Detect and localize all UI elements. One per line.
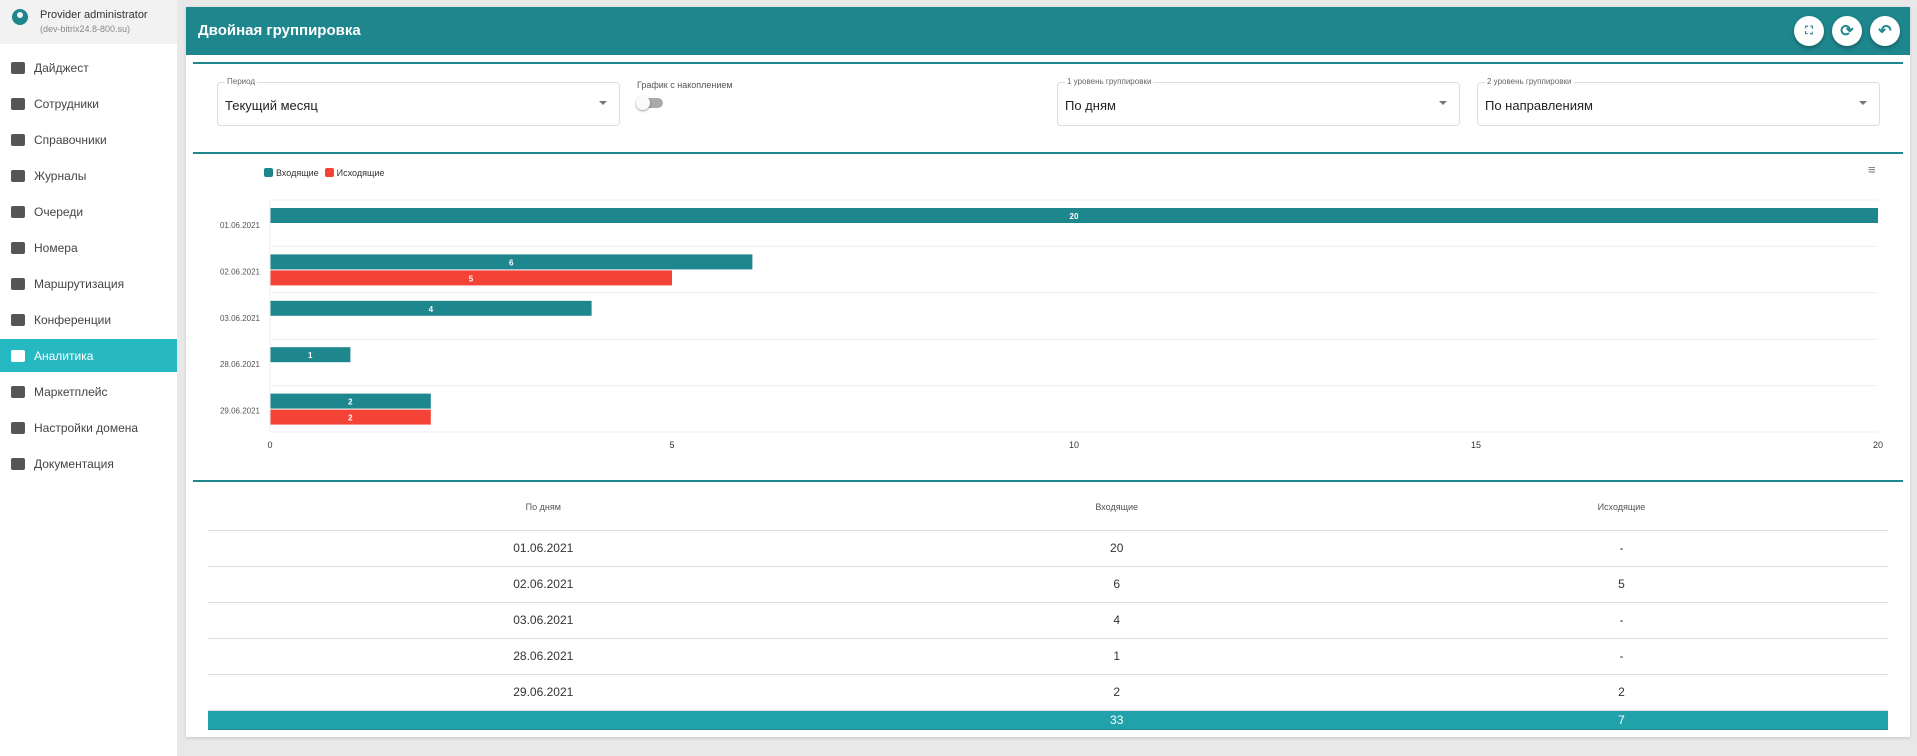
data-label: 4	[429, 305, 434, 314]
data-label: 1	[308, 351, 313, 360]
data-label: 20	[1070, 212, 1079, 221]
sidebar-item[interactable]: Настройки домена	[0, 411, 177, 444]
user-profile[interactable]: Provider administrator (dev-bitrix24.8-8…	[0, 0, 177, 44]
sidebar-item[interactable]: Конференции	[0, 303, 177, 336]
total-cell: 33	[878, 710, 1355, 730]
sidebar-item-label: Маркетплейс	[34, 384, 108, 399]
x-tick-label: 15	[1471, 440, 1481, 450]
category-label: 02.06.2021	[220, 267, 261, 276]
sidebar-item[interactable]: Справочники	[0, 123, 177, 156]
sidebar-item-label: Справочники	[34, 132, 107, 147]
table-cell: 5	[1354, 566, 1888, 603]
table-cell: -	[1354, 638, 1888, 675]
sidebar-item-label: Аналитика	[34, 348, 94, 363]
main-panel: Двойная группировка ⛶ ⟳ ↶ Период Текущий…	[186, 7, 1910, 737]
chart-icon	[11, 349, 25, 362]
table-cell: 01.06.2021	[208, 530, 879, 567]
sidebar-item[interactable]: Журналы	[0, 159, 177, 192]
sidebar-item-label: Дайджест	[34, 60, 89, 75]
sidebar-item-label: Журналы	[34, 168, 87, 183]
sidebar-item-label: Номера	[34, 240, 78, 255]
sidebar-item-label: Очереди	[34, 204, 84, 219]
total-cell: 7	[1354, 710, 1888, 730]
sidebar-item[interactable]: Документация	[0, 447, 177, 480]
data-label: 2	[348, 398, 353, 407]
table-row: 01.06.2021 20-	[208, 530, 1888, 567]
table-cell: -	[1354, 530, 1888, 567]
people-icon	[11, 97, 25, 110]
x-tick-label: 20	[1873, 440, 1883, 450]
book-icon	[11, 169, 25, 182]
data-label: 5	[469, 274, 474, 283]
column-header[interactable]: По дням	[208, 485, 879, 531]
category-label: 01.06.2021	[220, 221, 261, 230]
sidebar-item[interactable]: Номера	[0, 231, 177, 264]
sidebar: Provider administrator (dev-bitrix24.8-8…	[0, 0, 177, 756]
bar-chart: 01.06.20212002.06.20216503.06.2021428.06…	[220, 199, 1883, 450]
user-name: Provider administrator	[40, 9, 148, 21]
basket-icon	[11, 385, 25, 398]
table-cell: 03.06.2021	[208, 602, 879, 639]
gear-icon	[11, 421, 25, 434]
table-cell: 4	[878, 602, 1355, 639]
table-row: 03.06.2021 4-	[208, 602, 1888, 639]
category-label: 03.06.2021	[220, 314, 261, 323]
table-cell: 2	[878, 674, 1355, 711]
phone-icon	[11, 241, 25, 254]
total-row: 33 7	[208, 710, 1888, 730]
sidebar-item[interactable]: Дайджест	[0, 51, 177, 84]
table-row: 29.06.2021 2 2	[208, 674, 1888, 711]
table-row: 02.06.2021 6 5	[208, 566, 1888, 603]
category-label: 29.06.2021	[220, 407, 261, 416]
conference-icon	[11, 313, 25, 326]
table-cell: -	[1354, 602, 1888, 639]
docs-icon	[11, 457, 25, 470]
routing-icon	[11, 277, 25, 290]
dashboard-icon	[11, 61, 25, 74]
table-cell: 2	[1354, 674, 1888, 711]
table-cell: 28.06.2021	[208, 638, 879, 675]
sidebar-item[interactable]: Сотрудники	[0, 87, 177, 120]
table-cell: 29.06.2021	[208, 674, 879, 711]
data-table: По дням Входящие Исходящие 01.06.2021 20-02…	[208, 485, 1888, 730]
sidebar-item[interactable]: Очереди	[0, 195, 177, 228]
queue-icon	[11, 205, 25, 218]
data-label: 6	[509, 258, 514, 267]
sidebar-item-label: Настройки домена	[34, 420, 139, 435]
x-tick-label: 5	[669, 440, 674, 450]
sidebar-item[interactable]: Маршрутизация	[0, 267, 177, 300]
sidebar-item-label: Конференции	[34, 312, 112, 327]
sidebar-item-label: Сотрудники	[34, 96, 99, 111]
column-header[interactable]: Исходящие	[1354, 485, 1888, 531]
sidebar-item[interactable]: Аналитика	[0, 339, 177, 372]
total-cell	[208, 710, 879, 730]
data-label: 2	[348, 414, 353, 423]
column-header[interactable]: Входящие	[878, 485, 1355, 531]
account-icon	[12, 9, 28, 25]
category-label: 28.06.2021	[220, 360, 261, 369]
sidebar-item-label: Документация	[34, 456, 114, 471]
sidebar-item[interactable]: Маркетплейс	[0, 375, 177, 408]
folder-icon	[11, 133, 25, 146]
divider	[193, 480, 1903, 482]
sidebar-item-label: Маршрутизация	[34, 276, 125, 291]
x-tick-label: 0	[267, 440, 272, 450]
table-cell: 6	[878, 566, 1355, 603]
x-tick-label: 10	[1069, 440, 1079, 450]
table-row: 28.06.2021 1-	[208, 638, 1888, 675]
table-cell: 1	[878, 638, 1355, 675]
table-cell: 02.06.2021	[208, 566, 879, 603]
user-domain: (dev-bitrix24.8-800.su)	[40, 24, 131, 34]
table-cell: 20	[878, 530, 1355, 567]
